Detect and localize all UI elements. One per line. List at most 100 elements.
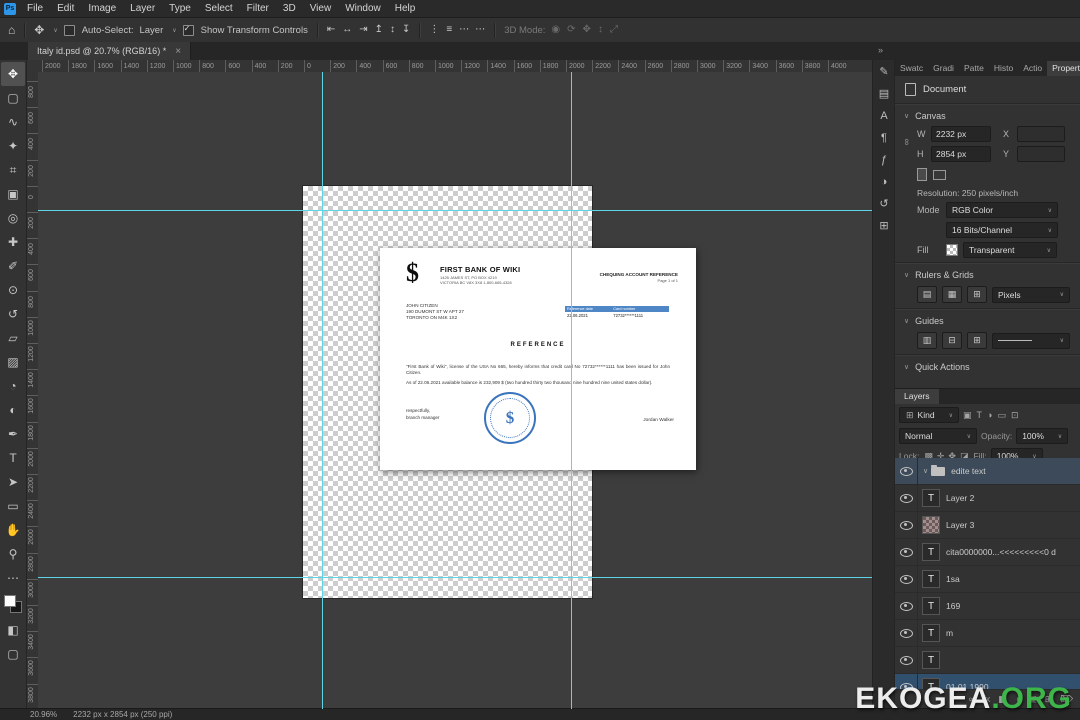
layer-row[interactable]: Tm: [895, 620, 1080, 647]
close-icon[interactable]: ×: [175, 46, 181, 57]
menu-item-layer[interactable]: Layer: [123, 0, 162, 17]
panel-tab-properties[interactable]: Properties: [1047, 61, 1080, 76]
guide-vertical[interactable]: [322, 72, 323, 709]
libraries-panel-icon[interactable]: ▤: [879, 89, 889, 100]
path-selection-tool[interactable]: ➤: [1, 470, 25, 494]
bit-depth-dropdown[interactable]: 16 Bits/Channel ∨: [946, 222, 1058, 238]
align-right-edges-icon[interactable]: ⇥: [359, 25, 367, 35]
collapse-panels-icon[interactable]: »: [878, 45, 881, 55]
auto-select-checkbox-group[interactable]: Auto-Select:: [64, 25, 134, 36]
layer-visibility-toggle[interactable]: [895, 539, 918, 565]
filter-adjustment-layers-icon[interactable]: ◑: [986, 410, 993, 421]
history-brush-tool[interactable]: ↺: [1, 302, 25, 326]
menu-item-view[interactable]: View: [303, 0, 339, 17]
color-mode-dropdown[interactable]: RGB Color ∨: [946, 202, 1058, 218]
link-dimensions-icon[interactable]: ∞: [902, 139, 912, 145]
layer-visibility-toggle[interactable]: [895, 566, 918, 592]
character-panel-icon[interactable]: A: [880, 111, 887, 122]
landscape-orientation-button[interactable]: [933, 170, 946, 180]
menu-item-image[interactable]: Image: [81, 0, 123, 17]
home-icon[interactable]: ⌂: [8, 24, 15, 36]
layer-row[interactable]: T1sa: [895, 566, 1080, 593]
type-tool[interactable]: T: [1, 446, 25, 470]
distribute-horizontal-icon[interactable]: ≡: [446, 25, 452, 35]
move-tool[interactable]: ✥: [1, 62, 25, 86]
canvas-section-header[interactable]: ∨ Canvas: [895, 106, 1080, 124]
brush-tool[interactable]: ✐: [1, 254, 25, 278]
layer-row[interactable]: ∨edite text: [895, 458, 1080, 485]
document-page[interactable]: $ FIRST BANK OF WIKI 1425 JAMES ST, PO B…: [380, 248, 696, 470]
guides-section-header[interactable]: ∨ Guides: [895, 311, 1080, 329]
healing-brush-tool[interactable]: ✚: [1, 230, 25, 254]
portrait-orientation-button[interactable]: [917, 168, 927, 181]
eraser-tool[interactable]: ▱: [1, 326, 25, 350]
group-expand-caret[interactable]: ∨: [923, 467, 928, 475]
document-tab[interactable]: Italy id.psd @ 20.7% (RGB/16) * ×: [28, 42, 191, 60]
clear-guides-icon[interactable]: ⊞: [967, 332, 987, 349]
distribute-spacing-icon[interactable]: ⋯: [459, 25, 469, 35]
auto-select-checkbox[interactable]: [64, 25, 75, 36]
zoom-tool[interactable]: ⚲: [1, 542, 25, 566]
panel-tab-gradi[interactable]: Gradi: [928, 61, 959, 76]
glyphs-panel-icon[interactable]: ƒ: [881, 155, 887, 166]
crop-tool[interactable]: ⌗: [1, 158, 25, 182]
foreground-color-swatch[interactable]: [4, 595, 16, 607]
show-transform-checkbox-group[interactable]: Show Transform Controls: [183, 25, 308, 36]
filter-type-layers-icon[interactable]: T: [976, 410, 984, 421]
panel-tab-swatc[interactable]: Swatc: [895, 61, 928, 76]
rulers-grids-section-header[interactable]: ∨ Rulers & Grids: [895, 265, 1080, 283]
fill-dropdown[interactable]: Transparent ∨: [963, 242, 1057, 258]
align-left-edges-icon[interactable]: ⇤: [327, 25, 335, 35]
menu-item-help[interactable]: Help: [388, 0, 423, 17]
guide-horizontal[interactable]: [38, 577, 872, 578]
menu-item-filter[interactable]: Filter: [240, 0, 276, 17]
hand-tool[interactable]: ✋: [1, 518, 25, 542]
height-field[interactable]: 2854 px: [931, 146, 991, 162]
filter-pixel-layers-icon[interactable]: ▣: [962, 410, 973, 421]
lock-guides-icon[interactable]: ⊟: [942, 332, 962, 349]
zoom-level-field[interactable]: 20.96%: [30, 710, 57, 719]
magic-wand-tool[interactable]: ✦: [1, 134, 25, 158]
quick-mask-button[interactable]: ◧: [1, 618, 25, 642]
show-transform-checkbox[interactable]: [183, 25, 194, 36]
history-panel-icon[interactable]: ↺: [879, 199, 888, 210]
brush-settings-panel-icon[interactable]: ✎: [879, 67, 888, 78]
blur-tool[interactable]: ◔: [1, 374, 25, 398]
layer-visibility-toggle[interactable]: [895, 512, 918, 538]
marquee-tool[interactable]: ▢: [1, 86, 25, 110]
menu-item-edit[interactable]: Edit: [50, 0, 81, 17]
toggle-rulers-icon[interactable]: ▤: [917, 286, 937, 303]
opacity-dropdown[interactable]: 100% ∨: [1016, 428, 1068, 444]
guide-horizontal[interactable]: [38, 210, 872, 211]
shape-tool[interactable]: ▭: [1, 494, 25, 518]
foreground-background-swatches[interactable]: [4, 595, 22, 613]
pen-tool[interactable]: ✒: [1, 422, 25, 446]
filter-smart-objects-icon[interactable]: ⊡: [1010, 410, 1020, 421]
distribute-vertical-icon[interactable]: ⋮: [429, 25, 439, 35]
panel-tab-actio[interactable]: Actio: [1018, 61, 1047, 76]
auto-select-dropdown[interactable]: Layer ∨: [139, 25, 176, 36]
layer-row[interactable]: TLayer 2: [895, 485, 1080, 512]
menu-item-select[interactable]: Select: [198, 0, 240, 17]
layer-row[interactable]: Layer 3: [895, 512, 1080, 539]
toggle-grid-icon[interactable]: ▦: [942, 286, 962, 303]
canvas-area[interactable]: $ FIRST BANK OF WIKI 1425 JAMES ST, PO B…: [38, 72, 872, 709]
align-vertical-centers-icon[interactable]: ↕: [390, 25, 395, 35]
snap-icon[interactable]: ⊞: [967, 286, 987, 303]
ruler-units-dropdown[interactable]: Pixels∨: [992, 287, 1070, 303]
layer-row[interactable]: T: [895, 647, 1080, 674]
info-panel-icon[interactable]: ⊞: [879, 221, 888, 232]
guide-vertical[interactable]: [571, 72, 572, 709]
filter-shape-layers-icon[interactable]: ▭: [996, 410, 1007, 421]
menu-item-type[interactable]: Type: [162, 0, 198, 17]
layer-visibility-toggle[interactable]: [895, 647, 918, 673]
dodge-tool[interactable]: ◐: [1, 398, 25, 422]
clone-stamp-tool[interactable]: ⊙: [1, 278, 25, 302]
panel-tab-histo[interactable]: Histo: [989, 61, 1018, 76]
layer-visibility-toggle[interactable]: [895, 485, 918, 511]
layer-row[interactable]: T169: [895, 593, 1080, 620]
layer-filter-kind-dropdown[interactable]: ⊞ Kind ∨: [899, 407, 959, 423]
panel-tab-patte[interactable]: Patte: [959, 61, 989, 76]
align-top-edges-icon[interactable]: ↥: [375, 25, 383, 35]
quick-actions-section-header[interactable]: ∨ Quick Actions: [895, 357, 1080, 375]
